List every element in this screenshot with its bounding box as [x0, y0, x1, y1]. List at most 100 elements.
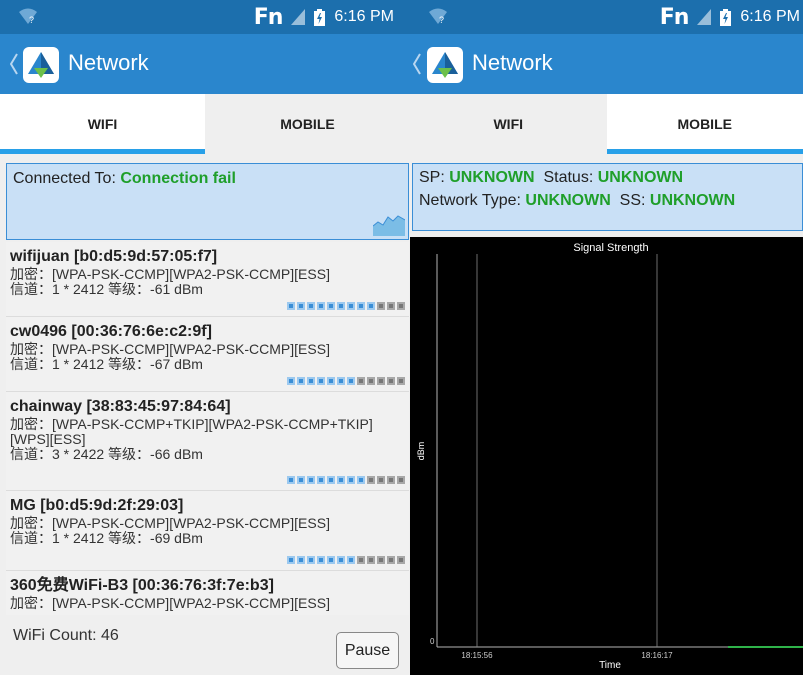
ss-value: UNKNOWN	[649, 192, 736, 209]
network-channel: 信道：1 * 2412 等级：-61 dBm	[10, 281, 203, 297]
wifi-count-label: WiFi Count:	[13, 627, 97, 644]
signal-bar	[337, 556, 345, 564]
signal-bar	[377, 476, 385, 484]
signal-bar	[397, 476, 405, 484]
chart-canvas: Signal Strength dBm Time 18:15:56 18:16:1…	[416, 242, 803, 671]
svg-text:?: ?	[29, 15, 34, 25]
network-name: wifijuan [b0:d5:9d:57:05:f7]	[10, 248, 218, 265]
network-type-value: UNKNOWN	[525, 192, 611, 209]
tab-mobile[interactable]: MOBILE	[606, 94, 803, 154]
network-encryption: 加密：[WPA-PSK-CCMP][WPA2-PSK-CCMP][ESS]	[10, 515, 330, 531]
app-logo-icon[interactable]	[427, 47, 463, 83]
network-type-label: Network Type:	[419, 192, 521, 209]
app-bar: Network	[410, 34, 803, 94]
footer-bar: WiFi Count: 46 Pause	[0, 615, 410, 675]
tab-bar: WIFI MOBILE	[0, 94, 410, 154]
signal-bar	[307, 476, 315, 484]
network-encryption: 加密：[WPA-PSK-CCMP+TKIP][WPA2-PSK-CCMP+TKI…	[10, 416, 373, 447]
signal-bar	[347, 476, 355, 484]
battery-icon	[314, 8, 326, 26]
no-sim-icon	[291, 9, 306, 25]
tab-wifi-label: WIFI	[493, 116, 524, 132]
signal-bar	[317, 556, 325, 564]
list-item[interactable]: chainway [38:83:45:97:84:64] 加密：[WPA-PSK…	[6, 392, 409, 491]
wifi-count-value: 46	[101, 627, 119, 644]
signal-bars	[287, 377, 405, 385]
network-name: chainway [38:83:45:97:84:64]	[10, 398, 231, 415]
y-axis-label: dBm	[416, 442, 426, 461]
fn-indicator: Fn	[253, 4, 284, 30]
list-item[interactable]: cw0496 [00:36:76:6e:c2:9f] 加密：[WPA-PSK-C…	[6, 317, 409, 392]
signal-bar	[337, 377, 345, 385]
wifi-screen: ? Fn 6:16 PM Network WIFI MOBILE Connect…	[0, 0, 410, 675]
status-bar: ? Fn 6:16 PM	[0, 0, 410, 34]
network-channel: 信道：1 * 2412 等级：-67 dBm	[10, 356, 203, 372]
wifi-question-icon: ?	[429, 8, 447, 25]
connection-status-value: Connection fail	[120, 170, 236, 187]
signal-bar	[287, 556, 295, 564]
signal-bar	[367, 476, 375, 484]
signal-bar	[317, 302, 325, 310]
tick-labels: 18:15:56 18:16:17 0	[430, 637, 673, 660]
signal-bar	[297, 556, 305, 564]
signal-bar	[397, 556, 405, 564]
network-name: cw0496 [00:36:76:6e:c2:9f]	[10, 323, 212, 340]
network-name: MG [b0:d5:9d:2f:29:03]	[10, 497, 184, 514]
signal-bar	[347, 302, 355, 310]
signal-bar	[327, 302, 335, 310]
wifi-question-icon: ?	[19, 8, 37, 25]
back-chevron-icon[interactable]	[413, 53, 421, 75]
battery-icon	[720, 8, 732, 26]
signal-bar	[287, 377, 295, 385]
tab-wifi[interactable]: WIFI	[410, 94, 607, 154]
status-value: UNKNOWN	[597, 169, 684, 186]
back-chevron-icon[interactable]	[10, 53, 18, 75]
signal-bars	[287, 556, 405, 564]
signal-bar	[287, 302, 295, 310]
connection-status-panel: Connected To: Connection fail	[6, 163, 409, 240]
wifi-list[interactable]: wifijuan [b0:d5:9d:57:05:f7] 加密：[WPA-PSK…	[6, 242, 409, 615]
app-logo-icon[interactable]	[23, 47, 59, 83]
network-channel: 信道：1 * 2412 等级：-69 dBm	[10, 530, 203, 546]
signal-bar	[357, 302, 365, 310]
list-item[interactable]: 360免费WiFi-B3 [00:36:76:3f:7e:b3] 加密：[WPA…	[6, 571, 409, 615]
pause-button[interactable]: Pause	[336, 632, 399, 669]
tab-wifi[interactable]: WIFI	[0, 94, 205, 154]
signal-bar	[327, 377, 335, 385]
signal-bar	[327, 476, 335, 484]
x-tick-label: 18:15:56	[461, 651, 493, 660]
status-bar: ? Fn 6:16 PM	[410, 0, 803, 34]
network-encryption: 加密：[WPA-PSK-CCMP][WPA2-PSK-CCMP][ESS]	[10, 266, 330, 282]
signal-bar	[387, 302, 395, 310]
network-channel: 信道：3 * 2422 等级：-66 dBm	[10, 446, 203, 462]
mini-chart-icon	[373, 215, 405, 236]
svg-text:?: ?	[439, 15, 444, 25]
signal-strength-chart: Signal Strength dBm Time 18:15:56 18:16:1…	[410, 237, 803, 675]
signal-bar	[337, 302, 345, 310]
mobile-screen: ? Fn 6:16 PM Network WIFI MOBILE SP: UNK…	[410, 0, 803, 675]
ss-label: SS:	[619, 192, 646, 209]
signal-bar	[377, 302, 385, 310]
tab-mobile[interactable]: MOBILE	[205, 94, 410, 154]
signal-bar	[307, 377, 315, 385]
status-label: Status:	[543, 169, 594, 186]
signal-bar	[397, 377, 405, 385]
app-title: Network	[68, 50, 149, 75]
signal-bar	[387, 476, 395, 484]
signal-bar	[357, 476, 365, 484]
tab-mobile-label: MOBILE	[280, 116, 335, 132]
signal-bar	[377, 377, 385, 385]
app-title: Network	[472, 50, 553, 75]
signal-bar	[297, 377, 305, 385]
signal-bar	[367, 377, 375, 385]
mobile-info-panel: SP: UNKNOWN Status: UNKNOWN Network Type…	[412, 163, 803, 231]
list-item[interactable]: MG [b0:d5:9d:2f:29:03] 加密：[WPA-PSK-CCMP]…	[6, 491, 409, 571]
list-item[interactable]: wifijuan [b0:d5:9d:57:05:f7] 加密：[WPA-PSK…	[6, 242, 409, 317]
connected-to-label: Connected To:	[13, 170, 116, 187]
signal-bar	[367, 302, 375, 310]
signal-bar	[347, 556, 355, 564]
gridlines	[476, 254, 658, 647]
signal-bar	[357, 556, 365, 564]
signal-bar	[357, 377, 365, 385]
clock: 6:16 PM	[334, 8, 394, 25]
